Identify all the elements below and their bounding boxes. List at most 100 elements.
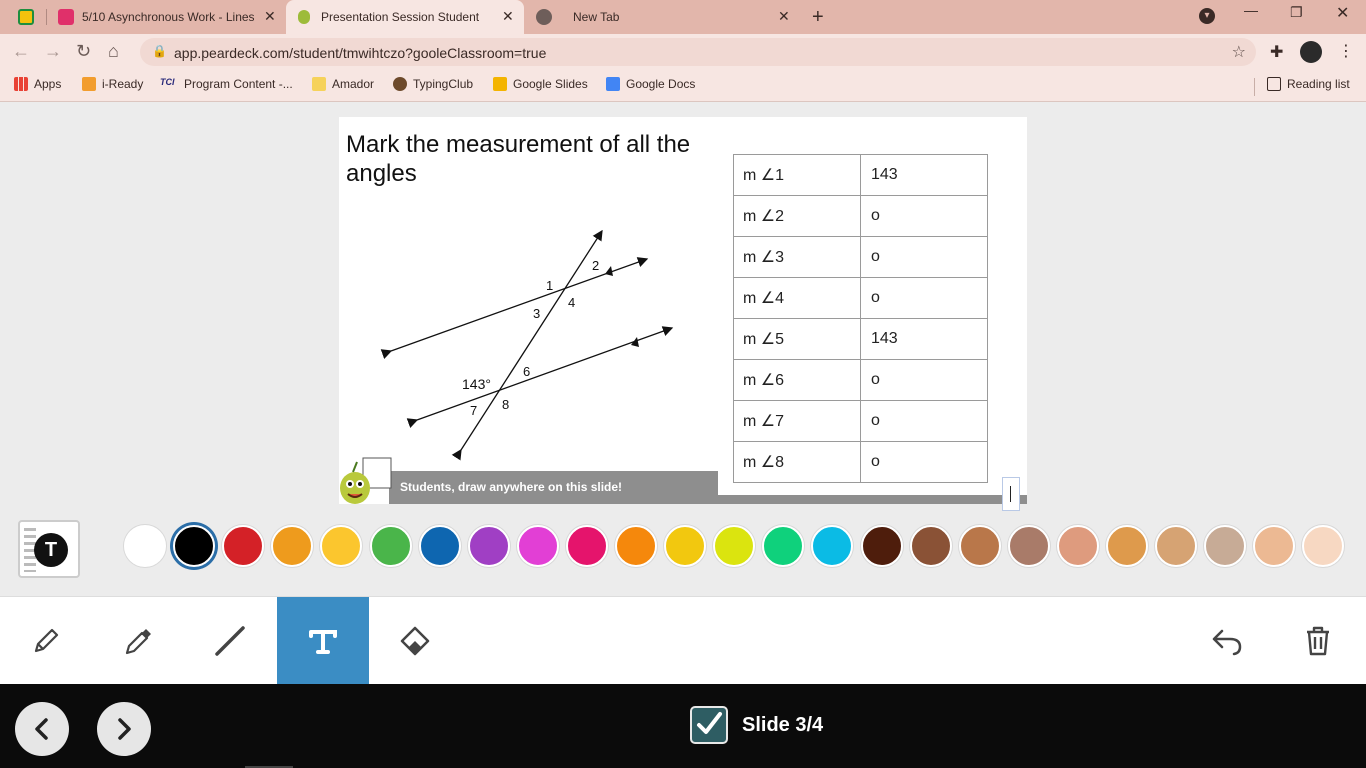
slide-indicator[interactable]: Slide 3/4 <box>690 706 823 744</box>
text-tool[interactable] <box>277 597 369 685</box>
color-swatch[interactable] <box>369 525 412 567</box>
color-swatch[interactable] <box>1253 525 1296 567</box>
line-tool[interactable] <box>184 597 276 685</box>
marker-icon <box>125 629 151 655</box>
angle-value-cell[interactable]: o <box>860 441 988 483</box>
bookmarks-separator <box>1254 78 1255 96</box>
angle-value-cell[interactable]: o <box>860 359 988 401</box>
tab-search-icon[interactable]: ▾ <box>1199 8 1215 24</box>
color-swatch[interactable] <box>173 525 216 567</box>
color-swatch[interactable] <box>1155 525 1198 567</box>
color-swatch[interactable] <box>615 525 657 567</box>
marker-tool[interactable] <box>92 597 184 685</box>
forward-arrow-icon[interactable]: → <box>44 41 62 62</box>
extensions-puzzle-icon[interactable]: ✚ <box>1270 42 1283 62</box>
pencil-tool[interactable] <box>0 597 92 685</box>
table-row: m ∠5 143 <box>733 318 988 360</box>
reading-list-button[interactable]: Reading list <box>1267 77 1350 91</box>
google-classroom-icon[interactable] <box>18 9 34 25</box>
bookmark-amador[interactable]: Amador <box>312 77 374 91</box>
angle-value-cell[interactable]: o <box>860 195 988 237</box>
color-swatch[interactable] <box>1302 525 1345 567</box>
undo-button[interactable] <box>1181 597 1273 685</box>
checkbox-checked-icon[interactable] <box>690 706 728 744</box>
text-cursor-box[interactable] <box>1002 477 1020 511</box>
close-window-icon[interactable]: ✕ <box>1336 3 1349 23</box>
parallel-lines-diagram: 1 2 3 4 143° 6 7 8 <box>380 229 674 461</box>
reload-icon[interactable]: ↻ <box>76 41 91 62</box>
color-swatch[interactable] <box>467 525 510 567</box>
color-swatch[interactable] <box>1056 525 1099 567</box>
bookmark-program-content[interactable]: TCI Program Content -... <box>160 77 293 91</box>
angle-value-cell[interactable]: o <box>860 236 988 278</box>
delete-button[interactable] <box>1272 597 1364 685</box>
bookmark-typingclub[interactable]: TypingClub <box>393 77 473 91</box>
bookmark-label: Program Content -... <box>184 77 293 91</box>
table-row: m ∠4 o <box>733 277 988 319</box>
new-tab-plus-icon[interactable]: + <box>812 6 824 29</box>
text-tool-selector[interactable]: T <box>18 520 80 578</box>
color-swatch[interactable] <box>1106 525 1148 567</box>
color-swatch[interactable] <box>664 525 707 567</box>
next-slide-button[interactable] <box>97 702 151 756</box>
color-swatch[interactable] <box>124 525 166 567</box>
chevron-left-icon <box>35 718 48 740</box>
color-swatch[interactable] <box>418 525 461 567</box>
restore-icon[interactable]: ❐ <box>1290 4 1303 21</box>
bookmark-star-icon[interactable]: ☆ <box>1232 42 1246 62</box>
bookmark-label: TypingClub <box>413 77 474 91</box>
angle-value-cell[interactable]: 143 <box>860 318 988 360</box>
close-tab-icon[interactable]: ✕ <box>502 8 514 25</box>
bookmark-label: i-Ready <box>102 77 144 91</box>
slide-canvas[interactable]: Mark the measurement of all the angles 1… <box>339 117 1027 504</box>
angle-label-cell: m ∠6 <box>733 359 861 401</box>
tab-separator <box>46 9 47 25</box>
minimize-icon[interactable]: — <box>1244 2 1258 18</box>
new-tab-icon <box>536 9 552 25</box>
bookmark-google-slides[interactable]: Google Slides <box>493 77 588 91</box>
profile-avatar[interactable] <box>1300 41 1322 63</box>
bookmark-google-docs[interactable]: Google Docs <box>606 77 695 91</box>
color-swatch[interactable] <box>1007 525 1050 567</box>
color-swatch[interactable] <box>1204 525 1247 567</box>
angle-value-cell[interactable]: o <box>860 277 988 319</box>
angle-value-cell[interactable]: o <box>860 400 988 442</box>
color-swatch[interactable] <box>320 525 363 567</box>
home-icon[interactable]: ⌂ <box>108 41 119 62</box>
tab-presentation-session[interactable]: Presentation Session Student ✕ <box>286 0 524 34</box>
color-swatch[interactable] <box>565 525 608 567</box>
angle-label-cell: m ∠5 <box>733 318 861 360</box>
color-swatch[interactable] <box>516 525 559 567</box>
previous-slide-button[interactable] <box>15 702 69 756</box>
slide-counter: Slide 3/4 <box>742 713 824 736</box>
tab-new-tab[interactable]: New Tab ✕ <box>526 0 798 34</box>
color-swatch[interactable] <box>909 525 952 567</box>
color-swatch[interactable] <box>713 525 756 567</box>
bookmark-iready[interactable]: i-Ready <box>82 77 143 91</box>
color-swatch[interactable] <box>762 525 805 567</box>
lock-icon[interactable]: 🔒 <box>152 44 167 58</box>
color-swatch[interactable] <box>271 525 314 567</box>
browser-menu-icon[interactable]: ⋮ <box>1338 41 1354 61</box>
bookmark-apps[interactable]: Apps <box>14 77 61 91</box>
angle-value-cell[interactable]: 143 <box>860 154 988 196</box>
pencil-icon <box>34 628 59 653</box>
omnibox[interactable]: 🔒 app.peardeck.com/student/tmwihtczo?goo… <box>140 38 1256 66</box>
slides-icon <box>58 9 74 25</box>
iready-icon <box>82 77 96 91</box>
close-tab-icon[interactable]: ✕ <box>264 8 276 25</box>
angle-label-4: 4 <box>568 295 575 310</box>
back-arrow-icon[interactable]: ← <box>12 41 30 62</box>
color-swatch[interactable] <box>860 525 903 567</box>
color-swatch[interactable] <box>811 525 854 567</box>
eraser-tool[interactable] <box>369 597 461 685</box>
angle-label-3: 3 <box>533 306 540 321</box>
tab-asynchronous-work[interactable]: 5/10 Asynchronous Work - Lines ✕ <box>52 0 284 34</box>
color-swatch[interactable] <box>958 525 1001 567</box>
url-text[interactable]: app.peardeck.com/student/tmwihtczo?goole… <box>174 45 546 61</box>
color-swatch[interactable] <box>222 525 265 567</box>
angle-measure-table: m ∠1 143 m ∠2 o m ∠3 o m ∠4 o m ∠5 143 m ∠6 o m ∠7 o m… <box>733 154 988 483</box>
close-tab-icon[interactable]: ✕ <box>778 8 790 25</box>
angle-label-1: 1 <box>546 278 553 293</box>
angle-label-cell: m ∠1 <box>733 154 861 196</box>
